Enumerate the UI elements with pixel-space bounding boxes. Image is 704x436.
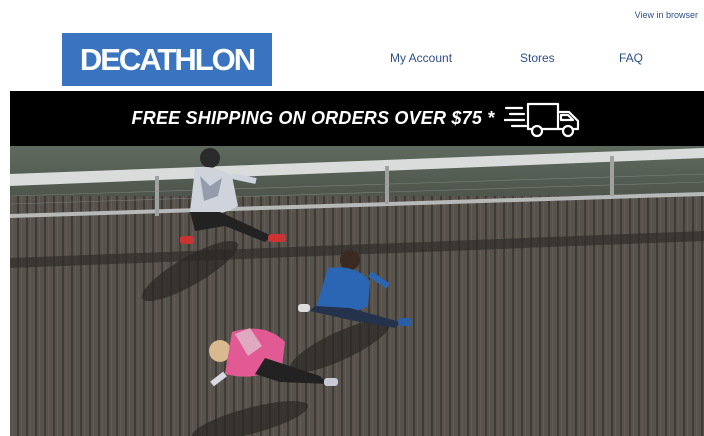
runners-on-boardwalk-photo [10, 146, 704, 436]
free-shipping-banner[interactable]: FREE SHIPPING ON ORDERS OVER $75 * [10, 91, 704, 146]
nav-faq[interactable]: FAQ [619, 51, 643, 65]
nav-my-account[interactable]: My Account [390, 51, 452, 65]
delivery-truck-icon [504, 102, 580, 137]
hero-image[interactable] [10, 146, 704, 436]
banner-text: FREE SHIPPING ON ORDERS OVER $75 * [131, 108, 495, 128]
view-in-browser-link[interactable]: View in browser [635, 10, 698, 20]
nav-stores[interactable]: Stores [520, 51, 555, 65]
top-nav: My Account Stores FAQ [0, 51, 704, 67]
